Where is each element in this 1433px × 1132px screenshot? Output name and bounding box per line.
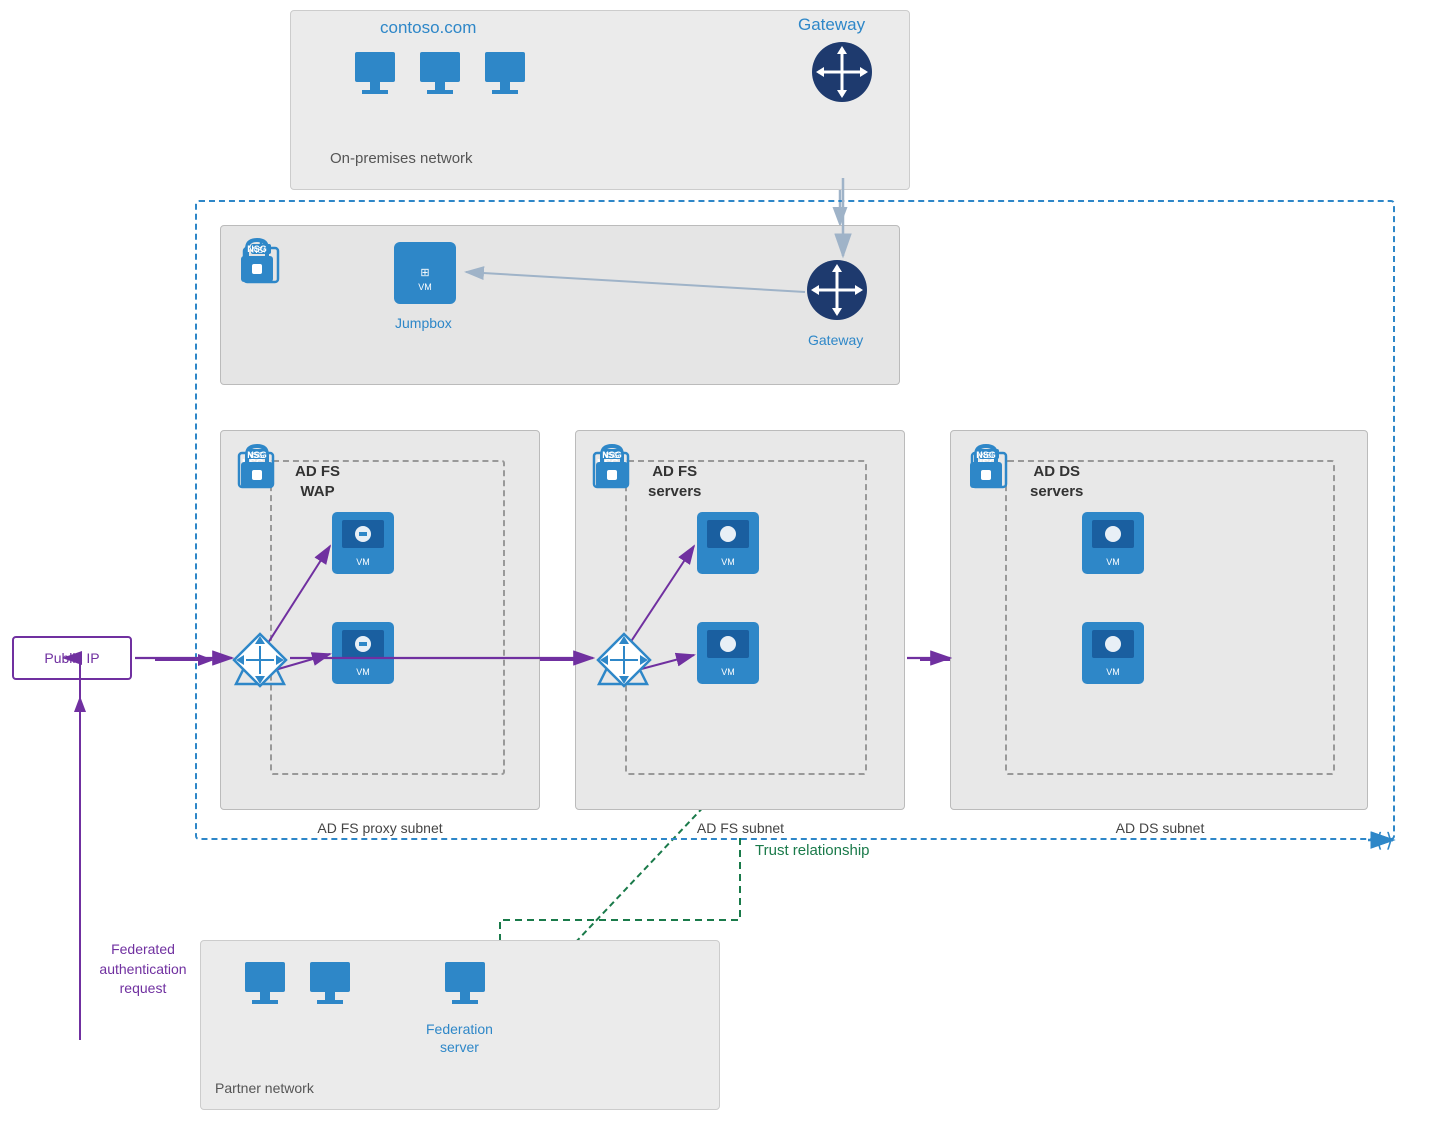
gateway-circle-azure (805, 258, 870, 323)
monitor-icon-2 (415, 50, 465, 105)
jumpbox-label: Jumpbox (395, 315, 452, 331)
trust-relationship-label: Trust relationship (755, 842, 870, 859)
vm-icon-adds-bottom: VM (1080, 620, 1146, 686)
adfs-proxy-inner-box (270, 460, 505, 775)
vm-icon-adfs-proxy-bottom: VM (330, 620, 396, 686)
gateway-circle-top (810, 40, 875, 105)
nsg-lock-jumpbox: NSG (233, 234, 281, 290)
gateway-top-label: Gateway (798, 15, 865, 35)
monitor-icon-1 (350, 50, 400, 105)
vm-icon-adds-top: VM (1080, 510, 1146, 576)
adfs-wap-label: AD FSWAP (295, 462, 340, 501)
nsg-lock-adds: NSG (962, 440, 1010, 496)
svg-text:VM: VM (721, 667, 735, 677)
svg-text:VM: VM (1106, 667, 1120, 677)
diagram-container: contoso.com Gateway On-premises network (0, 0, 1433, 1132)
adds-subnet-label: AD DS subnet (955, 820, 1365, 836)
adfs-proxy-subnet-label: AD FS proxy subnet (225, 820, 535, 836)
partner-monitor-2 (305, 960, 355, 1015)
svg-text:VM: VM (1106, 557, 1120, 567)
adfs-inner-box (625, 460, 867, 775)
partner-monitor-1 (240, 960, 290, 1015)
svg-text:NSG: NSG (602, 450, 622, 460)
federation-server-label: Federationserver (426, 1020, 493, 1056)
nsg-lock-adfs: NSG (588, 440, 636, 496)
dots-connector: ⟨·⟩ (1375, 828, 1391, 853)
jumpbox-subnet-box (220, 225, 900, 385)
adds-inner-box (1005, 460, 1335, 775)
lb-diamond-2 (594, 630, 654, 690)
nsg-lock-proxy: NSG (233, 440, 281, 496)
svg-text:VM: VM (721, 557, 735, 567)
gateway-azure-label: Gateway (808, 332, 863, 348)
svg-text:NSG: NSG (247, 450, 267, 460)
svg-text:NSG: NSG (976, 450, 996, 460)
adfs-subnet-label: AD FS subnet (578, 820, 903, 836)
lb-diamond-1 (230, 630, 290, 690)
on-premises-label: On-premises network (330, 150, 473, 167)
svg-text:⊞: ⊞ (420, 267, 429, 279)
federation-server-monitor (440, 960, 490, 1015)
contoso-label: contoso.com (380, 18, 476, 38)
federated-auth-label: Federatedauthentication request (88, 940, 198, 999)
adds-servers-label: AD DSservers (1030, 462, 1083, 501)
svg-text:VM: VM (356, 557, 370, 567)
public-ip-label: Public IP (44, 650, 99, 666)
vm-icon-adfs-proxy-top: VM (330, 510, 396, 576)
vm-icon-adfs-top: VM (695, 510, 761, 576)
svg-text:VM: VM (356, 667, 370, 677)
public-ip-box: Public IP (12, 636, 132, 680)
partner-network-label: Partner network (215, 1080, 314, 1096)
svg-text:VM: VM (418, 282, 432, 292)
adfs-servers-label: AD FSservers (648, 462, 701, 501)
svg-text:NSG: NSG (247, 244, 267, 254)
jumpbox-vm-icon: ⊞ VM (390, 238, 460, 308)
vm-icon-adfs-bottom: VM (695, 620, 761, 686)
monitor-icon-3 (480, 50, 530, 105)
